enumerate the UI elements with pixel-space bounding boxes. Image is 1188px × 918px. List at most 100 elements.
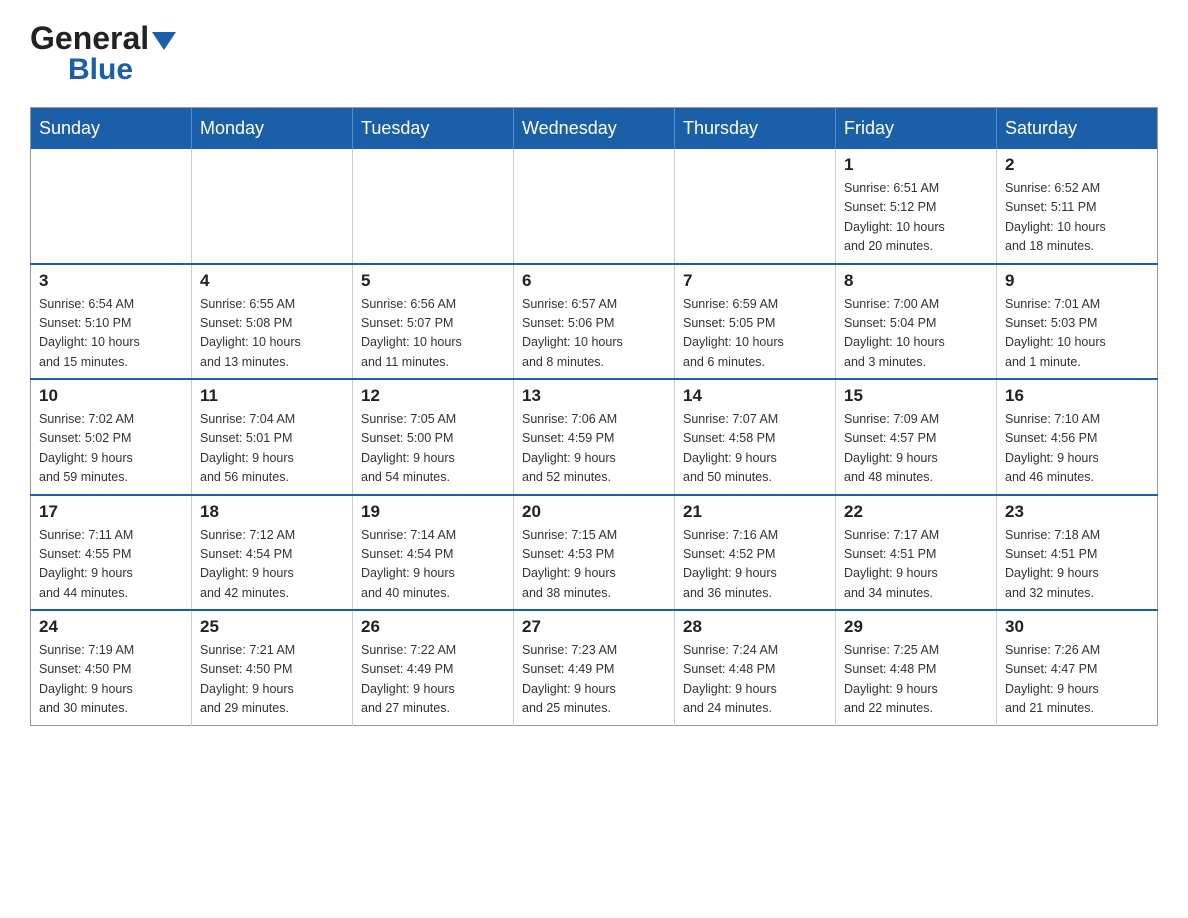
- calendar-cell: 29Sunrise: 7:25 AM Sunset: 4:48 PM Dayli…: [836, 610, 997, 725]
- calendar-header-wednesday: Wednesday: [514, 108, 675, 150]
- calendar-cell: 3 Sunrise: 6:54 AM Sunset: 5:10 PM Daylig…: [31, 264, 192, 380]
- calendar-cell: 6 Sunrise: 6:57 AM Sunset: 5:06 PM Daylig…: [514, 264, 675, 380]
- calendar-table: SundayMondayTuesdayWednesdayThursdayFrid…: [30, 107, 1158, 726]
- calendar-cell: 25 Sunrise: 7:21 AM Sunset: 4:50 PM Dayli…: [192, 610, 353, 725]
- day-number: 20: [522, 502, 666, 522]
- page-header: General Blue: [30, 20, 1158, 87]
- calendar-cell: 7 Sunrise: 6:59 AM Sunset: 5:05 PM Daylig…: [675, 264, 836, 380]
- day-info: Sunrise: 7:17 AM Sunset: 4:51 PM Dayligh…: [844, 526, 988, 604]
- calendar-cell: 20 Sunrise: 7:15 AM Sunset: 4:53 PM Dayli…: [514, 495, 675, 611]
- day-info: Sunrise: 7:16 AM Sunset: 4:52 PM Dayligh…: [683, 526, 827, 604]
- calendar-cell: [514, 149, 675, 264]
- calendar-cell: 14 Sunrise: 7:07 AM Sunset: 4:58 PM Dayli…: [675, 379, 836, 495]
- day-number: 22: [844, 502, 988, 522]
- day-number: 17: [39, 502, 183, 522]
- day-info: Sunrise: 7:15 AM Sunset: 4:53 PM Dayligh…: [522, 526, 666, 604]
- calendar-cell: 30Sunrise: 7:26 AM Sunset: 4:47 PM Dayli…: [997, 610, 1158, 725]
- day-info: Sunrise: 7:05 AM Sunset: 5:00 PM Dayligh…: [361, 410, 505, 488]
- logo-blue-text: Blue: [68, 53, 176, 87]
- day-number: 2: [1005, 155, 1149, 175]
- day-info: Sunrise: 7:07 AM Sunset: 4:58 PM Dayligh…: [683, 410, 827, 488]
- calendar-header-sunday: Sunday: [31, 108, 192, 150]
- day-number: 10: [39, 386, 183, 406]
- day-number: 13: [522, 386, 666, 406]
- calendar-cell: 28 Sunrise: 7:24 AM Sunset: 4:48 PM Dayli…: [675, 610, 836, 725]
- day-number: 1: [844, 155, 988, 175]
- calendar-cell: 27 Sunrise: 7:23 AM Sunset: 4:49 PM Dayli…: [514, 610, 675, 725]
- day-info: Sunrise: 7:25 AM Sunset: 4:48 PM Dayligh…: [844, 641, 988, 719]
- calendar-cell: 21 Sunrise: 7:16 AM Sunset: 4:52 PM Dayli…: [675, 495, 836, 611]
- calendar-week-row: 3 Sunrise: 6:54 AM Sunset: 5:10 PM Daylig…: [31, 264, 1158, 380]
- day-number: 11: [200, 386, 344, 406]
- calendar-header-thursday: Thursday: [675, 108, 836, 150]
- day-number: 18: [200, 502, 344, 522]
- day-number: 4: [200, 271, 344, 291]
- calendar-cell: [353, 149, 514, 264]
- calendar-cell: [192, 149, 353, 264]
- day-number: 21: [683, 502, 827, 522]
- day-info: Sunrise: 7:04 AM Sunset: 5:01 PM Dayligh…: [200, 410, 344, 488]
- day-number: 27: [522, 617, 666, 637]
- day-info: Sunrise: 7:06 AM Sunset: 4:59 PM Dayligh…: [522, 410, 666, 488]
- day-info: Sunrise: 7:14 AM Sunset: 4:54 PM Dayligh…: [361, 526, 505, 604]
- day-info: Sunrise: 6:59 AM Sunset: 5:05 PM Dayligh…: [683, 295, 827, 373]
- calendar-cell: 10Sunrise: 7:02 AM Sunset: 5:02 PM Dayli…: [31, 379, 192, 495]
- day-number: 24: [39, 617, 183, 637]
- calendar-cell: 2 Sunrise: 6:52 AM Sunset: 5:11 PM Daylig…: [997, 149, 1158, 264]
- day-number: 8: [844, 271, 988, 291]
- calendar-week-row: 24 Sunrise: 7:19 AM Sunset: 4:50 PM Dayli…: [31, 610, 1158, 725]
- day-number: 7: [683, 271, 827, 291]
- day-number: 28: [683, 617, 827, 637]
- day-info: Sunrise: 7:19 AM Sunset: 4:50 PM Dayligh…: [39, 641, 183, 719]
- calendar-header-monday: Monday: [192, 108, 353, 150]
- day-info: Sunrise: 7:23 AM Sunset: 4:49 PM Dayligh…: [522, 641, 666, 719]
- calendar-header-saturday: Saturday: [997, 108, 1158, 150]
- day-number: 30: [1005, 617, 1149, 637]
- calendar-header-friday: Friday: [836, 108, 997, 150]
- day-info: Sunrise: 7:00 AM Sunset: 5:04 PM Dayligh…: [844, 295, 988, 373]
- logo-general: General: [30, 20, 149, 57]
- day-info: Sunrise: 7:24 AM Sunset: 4:48 PM Dayligh…: [683, 641, 827, 719]
- day-number: 19: [361, 502, 505, 522]
- day-number: 23: [1005, 502, 1149, 522]
- calendar-week-row: 10Sunrise: 7:02 AM Sunset: 5:02 PM Dayli…: [31, 379, 1158, 495]
- day-number: 15: [844, 386, 988, 406]
- day-info: Sunrise: 7:01 AM Sunset: 5:03 PM Dayligh…: [1005, 295, 1149, 373]
- calendar-cell: 24 Sunrise: 7:19 AM Sunset: 4:50 PM Dayli…: [31, 610, 192, 725]
- day-number: 16: [1005, 386, 1149, 406]
- calendar-cell: 26Sunrise: 7:22 AM Sunset: 4:49 PM Dayli…: [353, 610, 514, 725]
- calendar-cell: 22 Sunrise: 7:17 AM Sunset: 4:51 PM Dayli…: [836, 495, 997, 611]
- calendar-header-row: SundayMondayTuesdayWednesdayThursdayFrid…: [31, 108, 1158, 150]
- day-number: 3: [39, 271, 183, 291]
- calendar-week-row: 1Sunrise: 6:51 AM Sunset: 5:12 PM Daylig…: [31, 149, 1158, 264]
- day-info: Sunrise: 7:21 AM Sunset: 4:50 PM Dayligh…: [200, 641, 344, 719]
- logo-triangle-icon: [152, 32, 176, 50]
- day-info: Sunrise: 6:54 AM Sunset: 5:10 PM Dayligh…: [39, 295, 183, 373]
- day-info: Sunrise: 6:57 AM Sunset: 5:06 PM Dayligh…: [522, 295, 666, 373]
- day-info: Sunrise: 7:11 AM Sunset: 4:55 PM Dayligh…: [39, 526, 183, 604]
- calendar-cell: 12Sunrise: 7:05 AM Sunset: 5:00 PM Dayli…: [353, 379, 514, 495]
- calendar-cell: 17 Sunrise: 7:11 AM Sunset: 4:55 PM Dayli…: [31, 495, 192, 611]
- calendar-cell: 15 Sunrise: 7:09 AM Sunset: 4:57 PM Dayli…: [836, 379, 997, 495]
- day-info: Sunrise: 6:55 AM Sunset: 5:08 PM Dayligh…: [200, 295, 344, 373]
- calendar-cell: 19 Sunrise: 7:14 AM Sunset: 4:54 PM Dayli…: [353, 495, 514, 611]
- calendar-header-tuesday: Tuesday: [353, 108, 514, 150]
- day-number: 5: [361, 271, 505, 291]
- calendar-cell: 4 Sunrise: 6:55 AM Sunset: 5:08 PM Daylig…: [192, 264, 353, 380]
- day-info: Sunrise: 7:09 AM Sunset: 4:57 PM Dayligh…: [844, 410, 988, 488]
- day-number: 25: [200, 617, 344, 637]
- calendar-cell: 13 Sunrise: 7:06 AM Sunset: 4:59 PM Dayli…: [514, 379, 675, 495]
- calendar-cell: [31, 149, 192, 264]
- day-info: Sunrise: 7:10 AM Sunset: 4:56 PM Dayligh…: [1005, 410, 1149, 488]
- calendar-cell: 16 Sunrise: 7:10 AM Sunset: 4:56 PM Dayli…: [997, 379, 1158, 495]
- day-info: Sunrise: 7:18 AM Sunset: 4:51 PM Dayligh…: [1005, 526, 1149, 604]
- day-number: 6: [522, 271, 666, 291]
- calendar-cell: 1Sunrise: 6:51 AM Sunset: 5:12 PM Daylig…: [836, 149, 997, 264]
- calendar-cell: 18Sunrise: 7:12 AM Sunset: 4:54 PM Dayli…: [192, 495, 353, 611]
- day-info: Sunrise: 6:52 AM Sunset: 5:11 PM Dayligh…: [1005, 179, 1149, 257]
- day-info: Sunrise: 6:56 AM Sunset: 5:07 PM Dayligh…: [361, 295, 505, 373]
- day-number: 14: [683, 386, 827, 406]
- calendar-cell: 23 Sunrise: 7:18 AM Sunset: 4:51 PM Dayli…: [997, 495, 1158, 611]
- calendar-cell: 5 Sunrise: 6:56 AM Sunset: 5:07 PM Daylig…: [353, 264, 514, 380]
- calendar-cell: 11 Sunrise: 7:04 AM Sunset: 5:01 PM Dayli…: [192, 379, 353, 495]
